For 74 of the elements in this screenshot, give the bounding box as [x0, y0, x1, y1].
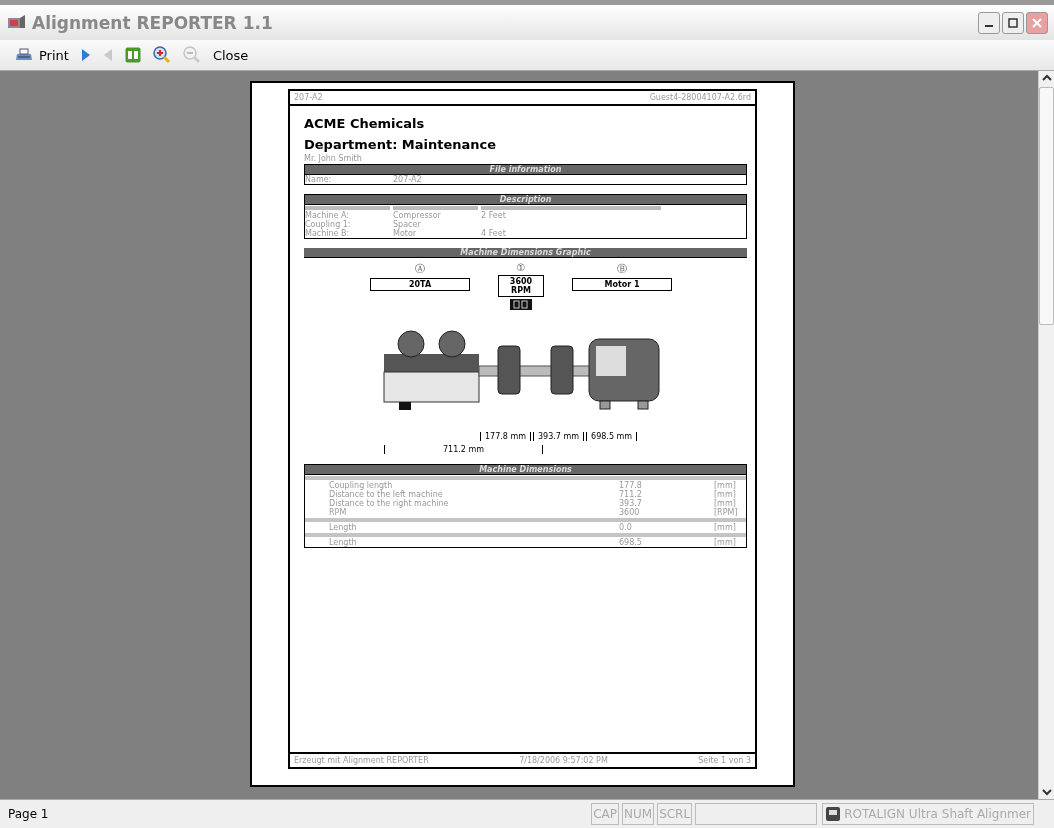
machine-name-box: 20TA — [370, 278, 470, 291]
section-header: Machine Dimensions Graphic — [304, 248, 747, 258]
maximize-button[interactable] — [1002, 11, 1024, 34]
page-indicator: Page 1 — [7, 807, 50, 821]
keyboard-indicator: NUM — [622, 803, 655, 825]
field-label: Coupling length — [329, 481, 393, 490]
section-header: Description — [305, 195, 746, 205]
section-header: Machine Dimensions — [305, 465, 746, 475]
file-path: Guest4-28004107-A2.6rd — [649, 93, 751, 102]
header-text: 207-A2 — [294, 93, 323, 102]
minimize-button[interactable] — [978, 11, 1000, 34]
field-label: Length — [329, 523, 358, 532]
field-label: Coupling 1: — [305, 220, 352, 229]
machine-symbol: Ⓐ — [415, 262, 425, 276]
maximize-icon — [1008, 17, 1018, 28]
machine-symbol: Ⓑ — [617, 262, 627, 276]
vertical-scrollbar[interactable] — [1038, 71, 1054, 799]
printer-icon — [15, 47, 33, 63]
print-button[interactable]: Print — [12, 45, 72, 65]
field-value: 711.2 — [619, 490, 643, 499]
close-button[interactable] — [1026, 11, 1048, 34]
previous-page-icon — [102, 48, 113, 62]
field-label: RPM — [329, 508, 348, 517]
field-value: Spacer — [393, 220, 421, 229]
keyboard-indicator: CAP — [591, 803, 619, 825]
unit-text: [mm] — [714, 499, 738, 508]
field-label: Name: — [305, 175, 333, 184]
unit-text: [mm] — [714, 481, 737, 490]
dimension-label: 711.2 mm — [384, 445, 544, 454]
machine-name-box: 3600 RPM — [498, 275, 544, 297]
window-title: Alignment REPORTER 1.1 — [32, 12, 274, 33]
dimension-label: 177.8 mm — [480, 432, 532, 441]
field-value: 698.5 — [619, 538, 643, 547]
unit-text: [mm] — [714, 538, 737, 547]
footer-text: Erzeugt mit Alignment REPORTER — [294, 756, 429, 765]
author-text: Mr. John Smith — [304, 154, 363, 163]
field-label: Machine B: — [305, 229, 351, 238]
zoom-in-icon — [152, 46, 171, 64]
field-value: 207-A2 — [393, 175, 423, 184]
coupling-badge-icon — [510, 299, 532, 310]
field-value: Motor — [393, 229, 417, 238]
footer-date: 7/18/2006 9:57:02 PM — [519, 756, 608, 765]
field-value: Compressor — [393, 211, 442, 220]
department-heading: Department: Maintenance — [304, 137, 498, 152]
minimize-icon — [985, 24, 993, 27]
zoom-out-icon — [182, 46, 201, 64]
page-count: Seite 1 von 3 — [698, 756, 751, 765]
machine-symbol: ① — [516, 262, 526, 273]
dimension-label: 698.5 mm — [586, 432, 638, 441]
two-pages-icon — [124, 47, 141, 63]
field-value: 2 Feet — [481, 211, 507, 220]
section-header: File information — [305, 165, 746, 175]
keyboard-indicator: SCRL — [657, 803, 693, 825]
company-heading: ACME Chemicals — [304, 116, 426, 131]
device-icon — [825, 806, 842, 822]
unit-text: [RPM] — [714, 508, 739, 517]
field-value: 0.0 — [619, 523, 633, 532]
next-page-icon — [80, 48, 91, 62]
scroll-thumb[interactable] — [1039, 87, 1054, 325]
field-label: Distance to the right machine — [329, 499, 450, 508]
field-label: Machine A: — [305, 211, 351, 220]
dimension-label: 393.7 mm — [533, 432, 585, 441]
unit-text: [mm] — [714, 523, 737, 532]
field-value: 3600 — [619, 508, 641, 517]
field-label: Distance to the left machine — [329, 490, 444, 499]
app-name: ROTALIGN Ultra Shaft Alignmer — [844, 807, 1031, 821]
field-value: 4 Feet — [481, 229, 507, 238]
field-value: 177.8 — [619, 481, 643, 490]
field-value: 393.7 — [619, 499, 643, 508]
field-label: Length — [329, 538, 358, 547]
machine-name-box: Motor 1 — [572, 278, 672, 291]
close-button[interactable]: Close — [209, 45, 252, 65]
unit-text: [mm] — [714, 490, 736, 499]
close-icon — [1032, 17, 1042, 28]
